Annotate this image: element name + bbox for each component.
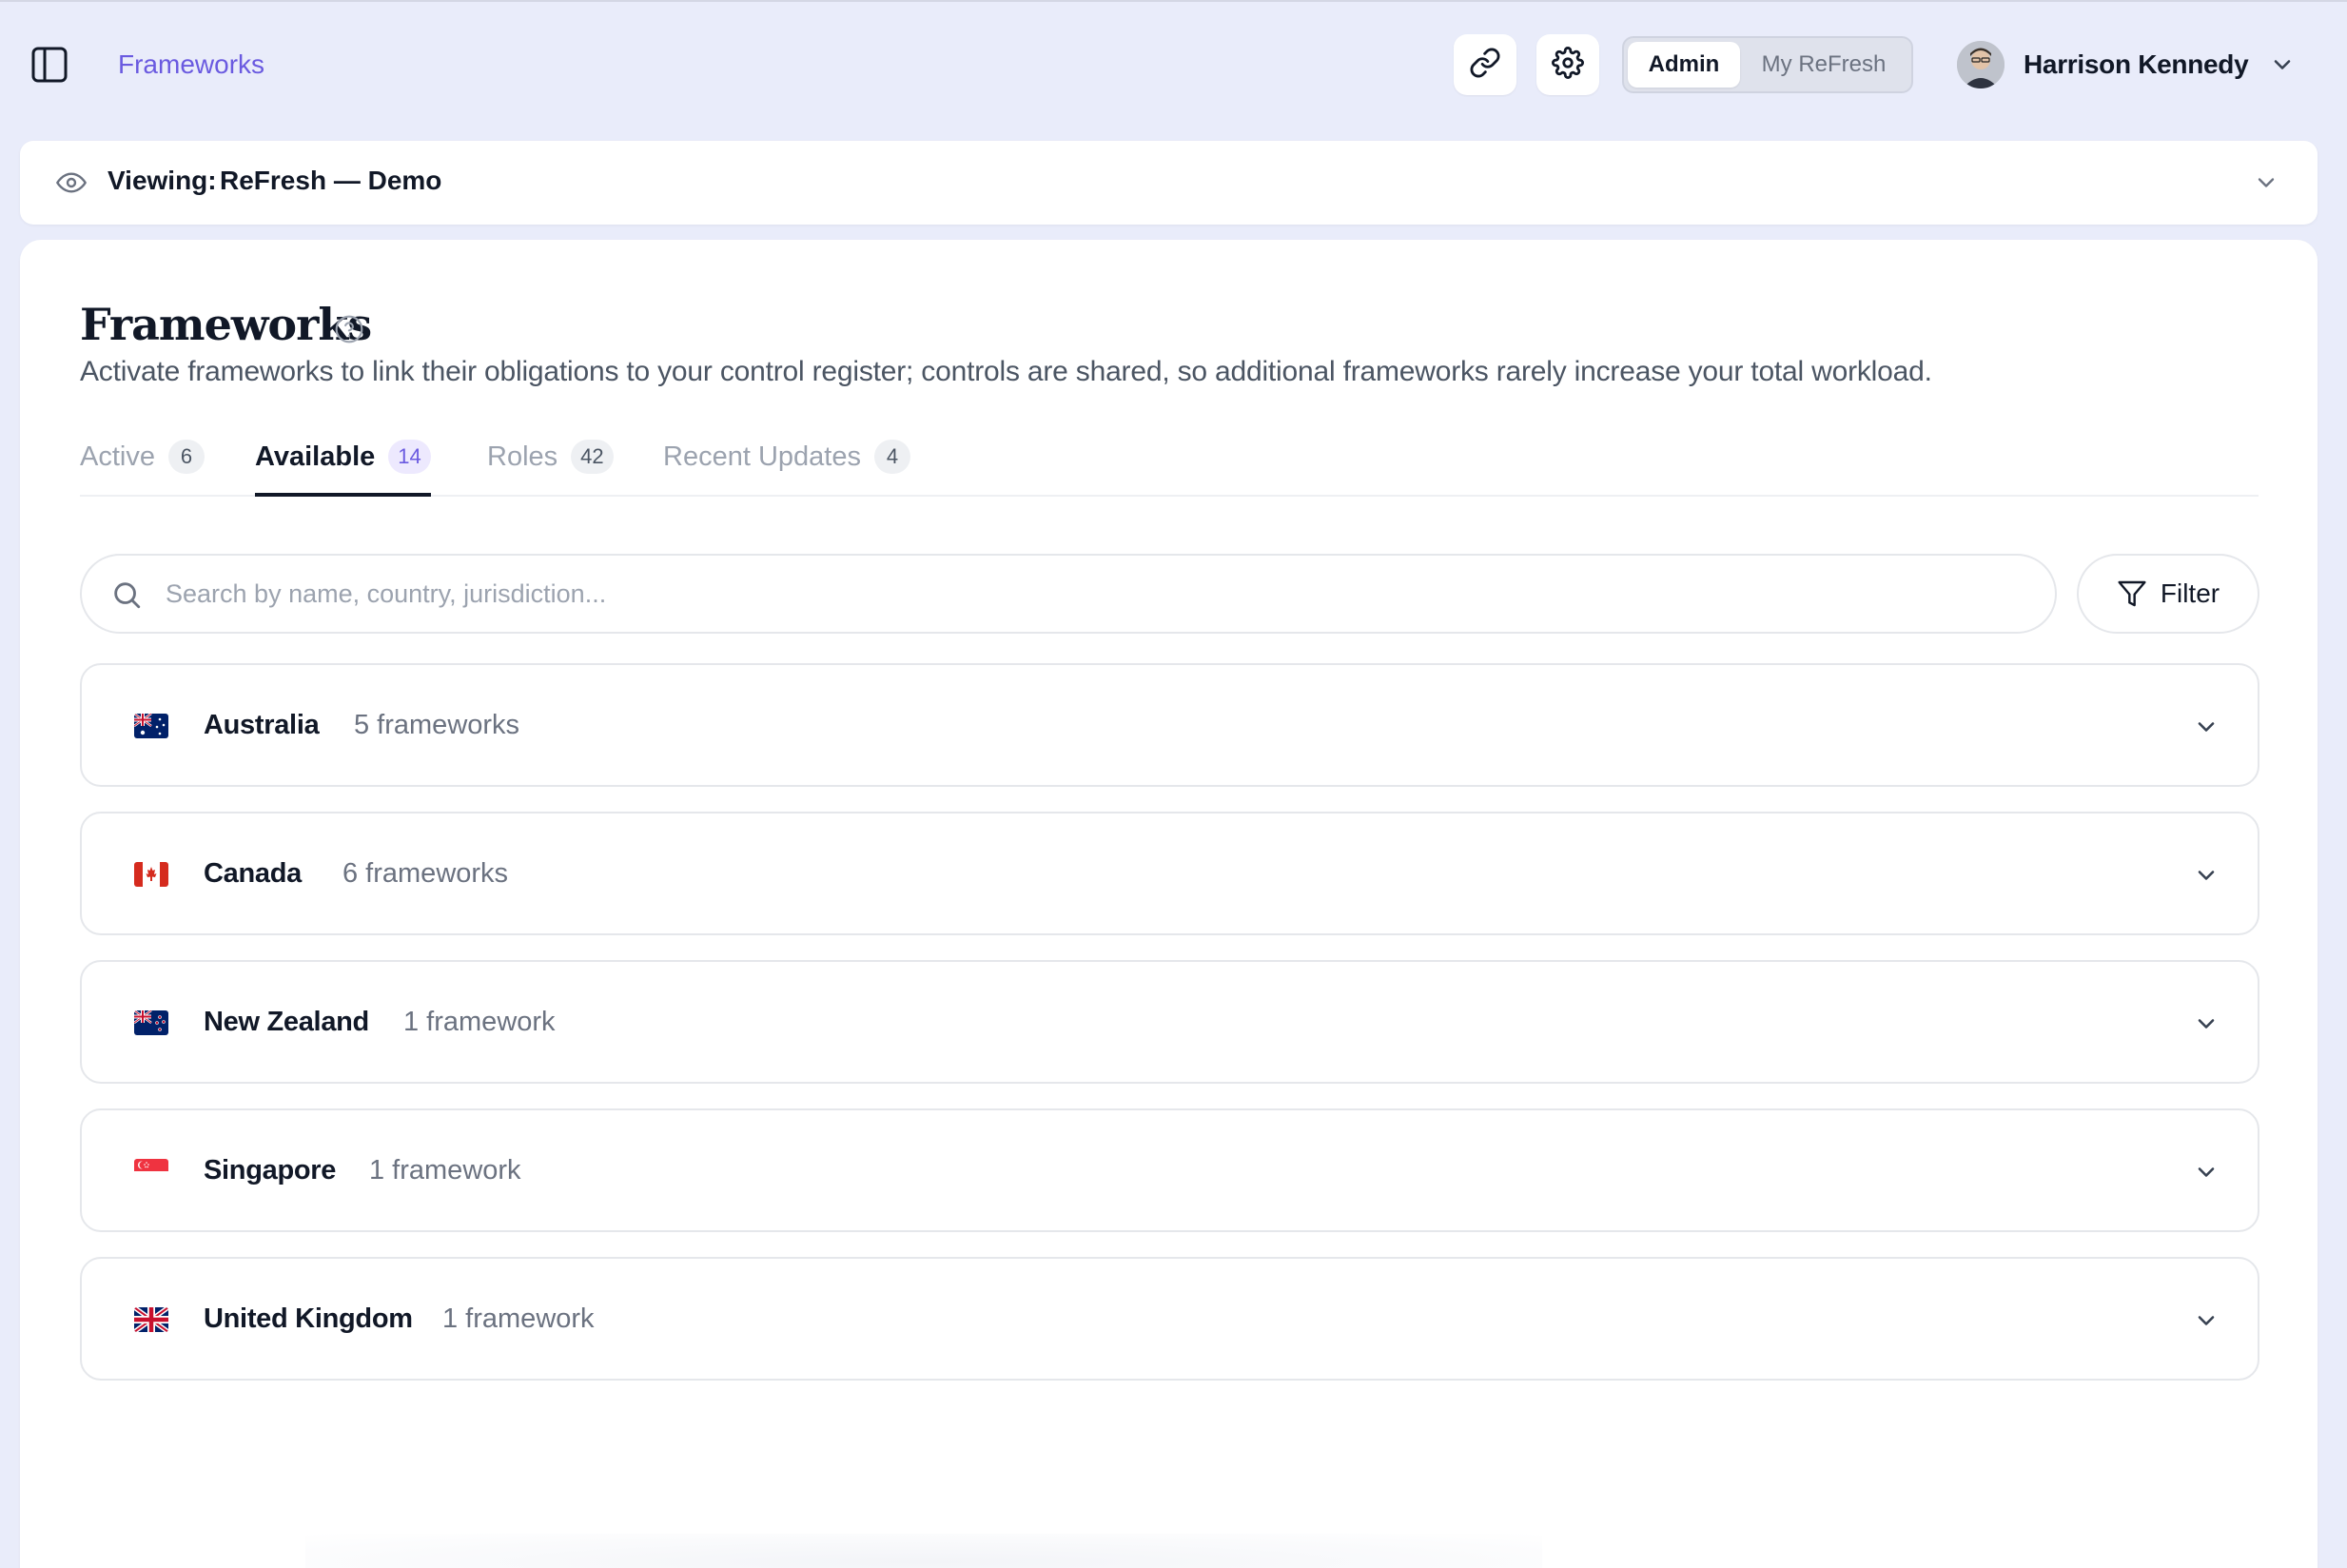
sidebar-toggle-icon[interactable] [30,46,68,84]
country-name: Australia [204,710,320,740]
tab-label: Recent Updates [663,441,861,472]
chevron-down-icon [2193,1010,2220,1037]
chevron-down-icon [2269,51,2296,78]
new-zealand-flag-icon [134,1010,168,1035]
chevron-down-icon [2193,714,2220,740]
australia-flag-icon [134,714,168,738]
framework-count: 1 framework [403,1007,556,1037]
search-input[interactable] [166,571,1973,617]
framework-count: 5 frameworks [354,710,520,740]
filter-label: Filter [2160,578,2220,608]
chevron-down-icon [2193,1307,2220,1334]
gear-icon [1552,46,1584,84]
viewing-value: ReFresh — Demo [220,166,442,195]
tab-count-badge: 42 [571,440,614,474]
bottom-shadow [305,1534,1542,1568]
search-icon [110,578,143,611]
country-name: Canada [204,858,302,889]
viewing-label: Viewing: [108,166,217,195]
country-row-new-zealand[interactable]: New Zealand 1 framework [80,960,2259,1084]
tab-count-badge: 6 [167,440,205,474]
tab-roles[interactable]: Roles 42 [487,438,614,497]
page-title: Frameworks [80,299,372,350]
tab-count-badge: 14 [388,440,431,474]
main-card: Frameworks Activate frameworks to link t… [20,240,2318,1568]
united-kingdom-flag-icon [134,1307,168,1332]
search-box [80,554,2057,634]
viewing-selector[interactable]: Viewing: ReFresh — Demo [20,141,2318,225]
framework-count: 6 frameworks [342,858,509,889]
tab-bar: Active 6 Available 14 Roles 42 Recent Up… [80,438,2259,497]
user-menu[interactable]: Harrison Kennedy [1957,40,2296,89]
link-icon [1469,47,1501,84]
tab-available[interactable]: Available 14 [255,438,431,497]
mode-toggle: Admin My ReFresh [1622,36,1913,93]
tab-label: Available [255,441,376,472]
settings-button[interactable] [1536,34,1599,95]
app-window: Frameworks Admin My ReFresh Harrison Ken… [0,0,2347,1568]
singapore-flag-icon [134,1159,168,1184]
country-name: United Kingdom [204,1303,413,1334]
country-row-singapore[interactable]: Singapore 1 framework [80,1108,2259,1232]
country-row-australia[interactable]: Australia 5 frameworks [80,663,2259,787]
country-name: Singapore [204,1155,337,1186]
copy-link-button[interactable] [1454,34,1516,95]
tab-recent-updates[interactable]: Recent Updates 4 [663,438,910,497]
top-bar: Frameworks Admin My ReFresh Harrison Ken… [0,2,2347,127]
canada-flag-icon [134,862,168,887]
chevron-down-icon [2193,862,2220,889]
filter-icon [2117,578,2147,609]
chevron-down-icon [2193,1159,2220,1186]
user-name: Harrison Kennedy [2024,49,2249,79]
mode-option-admin[interactable]: Admin [1628,42,1740,88]
framework-count: 1 framework [369,1155,521,1186]
chevron-down-icon [2253,169,2279,196]
tab-label: Active [80,441,155,472]
country-row-united-kingdom[interactable]: United Kingdom 1 framework [80,1257,2259,1381]
avatar [1957,41,2005,88]
framework-count: 1 framework [442,1303,595,1334]
mode-option-my-refresh[interactable]: My ReFresh [1740,42,1907,88]
help-icon[interactable] [334,314,364,344]
country-name: New Zealand [204,1007,369,1037]
page-subtitle: Activate frameworks to link their obliga… [80,356,1932,387]
filter-button[interactable]: Filter [2077,554,2259,634]
breadcrumb[interactable]: Frameworks [118,48,264,82]
tab-label: Roles [487,441,558,472]
tab-count-badge: 4 [873,440,910,474]
country-row-canada[interactable]: Canada 6 frameworks [80,812,2259,935]
tab-active[interactable]: Active 6 [80,438,205,497]
eye-icon [56,167,87,198]
